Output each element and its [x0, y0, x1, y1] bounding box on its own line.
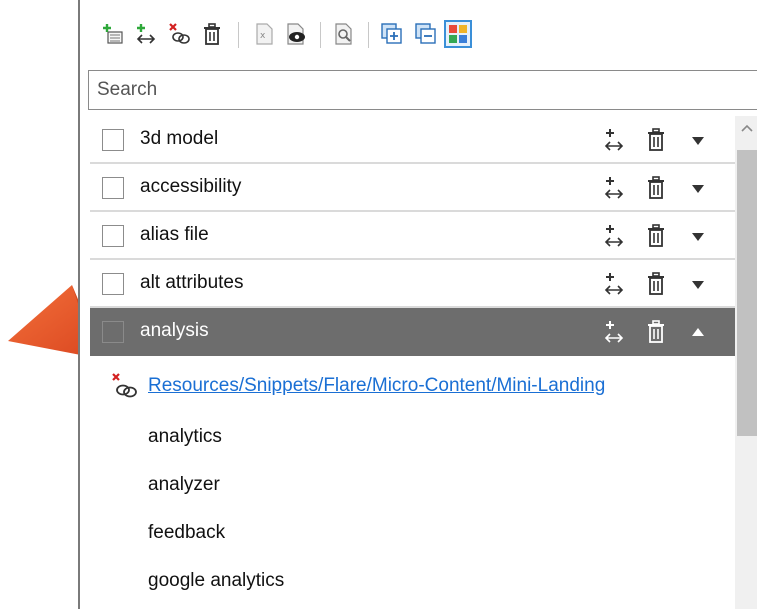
vertical-scrollbar[interactable]	[735, 116, 757, 609]
delete-term-button[interactable]	[642, 222, 670, 250]
term-checkbox[interactable]	[102, 225, 124, 247]
snippet-link[interactable]: Resources/Snippets/Flare/Micro-Content/M…	[148, 375, 605, 397]
unlink-snippet-icon	[169, 23, 190, 44]
preview-button[interactable]	[282, 20, 310, 48]
term-label: accessibility	[140, 176, 242, 197]
term-row[interactable]: accessibility	[90, 164, 736, 212]
term-label: 3d model	[140, 128, 219, 149]
color-grid-icon	[449, 25, 467, 43]
unlink-snippet-icon[interactable]	[110, 372, 140, 400]
delete-button[interactable]	[198, 20, 226, 48]
triangle-down-icon	[692, 185, 704, 193]
link-term-button[interactable]	[600, 318, 628, 346]
collapse-all-button[interactable]	[412, 20, 440, 48]
find-button[interactable]	[330, 20, 358, 48]
delete-term-button[interactable]	[642, 174, 670, 202]
term-checkbox[interactable]	[102, 177, 124, 199]
subterm-item[interactable]: google analytics	[148, 570, 284, 592]
index-keywords-panel: x Search 3d model accessibility alias fi…	[78, 0, 757, 609]
triangle-down-icon	[692, 281, 704, 289]
unlink-button[interactable]	[166, 20, 194, 48]
add-condition-icon	[103, 24, 123, 44]
link-term-button[interactable]	[600, 270, 628, 298]
find-icon	[335, 23, 352, 45]
linked-snippet: Resources/Snippets/Flare/Micro-Content/M…	[110, 370, 605, 402]
subterm-item[interactable]: analyzer	[148, 474, 220, 496]
search-box	[88, 70, 757, 110]
triangle-down-icon	[692, 137, 704, 145]
term-row[interactable]: 3d model	[90, 116, 736, 164]
delete-term-button[interactable]	[642, 318, 670, 346]
expand-term-button[interactable]	[684, 174, 712, 202]
link-term-button[interactable]	[600, 126, 628, 154]
delete-icon	[648, 224, 664, 247]
expand-all-button[interactable]	[378, 20, 406, 48]
link-snippet-icon	[604, 321, 624, 343]
term-checkbox[interactable]	[102, 129, 124, 151]
term-row[interactable]: alt attributes	[90, 260, 736, 308]
delete-icon	[648, 320, 664, 343]
delete-icon	[648, 176, 664, 199]
preview-icon	[287, 23, 305, 45]
add-condition-button[interactable]	[100, 20, 128, 48]
expand-term-button[interactable]	[684, 126, 712, 154]
triangle-down-icon	[692, 233, 704, 241]
term-row[interactable]: alias file	[90, 212, 736, 260]
term-checkbox[interactable]	[102, 273, 124, 295]
link-snippet-icon	[604, 273, 624, 295]
collapse-all-icon	[415, 23, 436, 44]
scroll-up-button[interactable]	[735, 118, 757, 138]
delete-icon	[648, 272, 664, 295]
subterm-item[interactable]: feedback	[148, 522, 225, 544]
excel-file-icon: x	[256, 23, 273, 45]
link-snippet-icon	[604, 225, 624, 247]
search-input[interactable]	[95, 71, 719, 109]
delete-icon	[204, 23, 220, 45]
delete-term-button[interactable]	[642, 270, 670, 298]
delete-term-button[interactable]	[642, 126, 670, 154]
scroll-thumb[interactable]	[737, 150, 757, 436]
term-list: 3d model accessibility alias file alt at…	[90, 116, 736, 356]
delete-icon	[648, 128, 664, 151]
link-snippet-icon	[604, 177, 624, 199]
link-snippet-icon	[604, 129, 624, 151]
svg-text:x: x	[260, 31, 266, 41]
toolbar: x	[80, 0, 757, 62]
term-label: alias file	[140, 224, 209, 245]
subterm-item[interactable]: analytics	[148, 426, 222, 448]
term-row-selected[interactable]: analysis	[90, 308, 736, 356]
term-checkbox[interactable]	[102, 321, 124, 343]
link-term-button[interactable]	[600, 174, 628, 202]
expand-term-button[interactable]	[684, 222, 712, 250]
term-label: alt attributes	[140, 272, 244, 293]
link-snippet-icon	[136, 24, 156, 44]
link-button[interactable]	[132, 20, 160, 48]
triangle-up-icon	[692, 328, 704, 336]
export-excel-button[interactable]: x	[250, 20, 278, 48]
term-label: analysis	[140, 320, 209, 341]
expand-all-icon	[381, 23, 402, 44]
chevron-up-icon	[741, 124, 753, 132]
expand-term-button[interactable]	[684, 270, 712, 298]
color-grid-button[interactable]	[444, 20, 472, 48]
collapse-term-button[interactable]	[684, 318, 712, 346]
link-term-button[interactable]	[600, 222, 628, 250]
